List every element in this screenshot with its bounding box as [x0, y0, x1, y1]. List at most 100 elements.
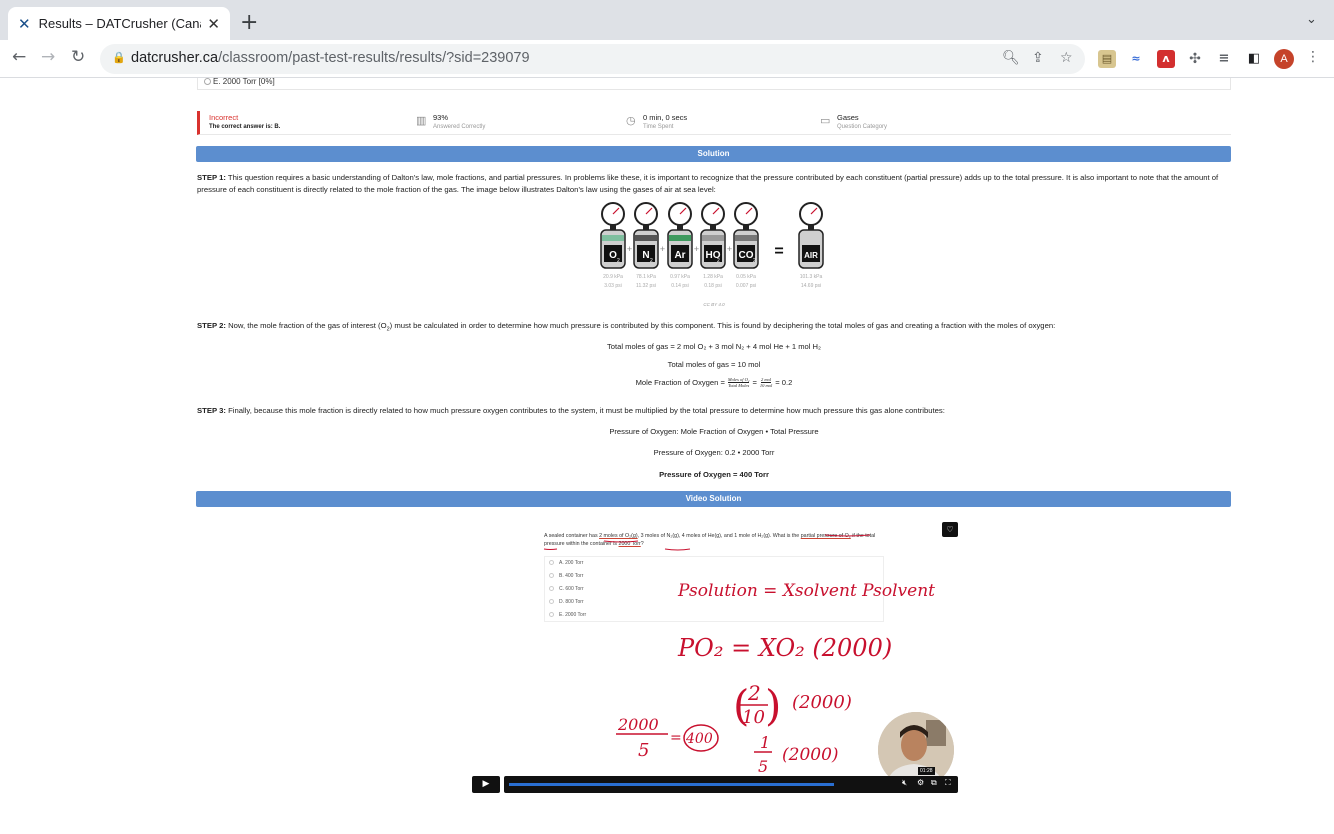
gas-tank-1-subscript: 2	[650, 258, 653, 264]
solution-header: Solution	[196, 146, 1231, 162]
gas-tank-4-psi: 0.007 psi	[736, 283, 756, 289]
gas-tank-0-psi: 3.03 psi	[604, 283, 622, 289]
url-text[interactable]: datcrusher.ca/classroom/past-test-result…	[131, 50, 530, 66]
vq-underline-1: 2 moles of O₂(g)	[599, 533, 638, 539]
radio-icon	[549, 560, 554, 565]
hw-left-den: 5	[638, 740, 649, 761]
gas-tank-4-subscript: 2	[753, 258, 756, 264]
radio-icon	[549, 612, 554, 617]
video-seek-bar[interactable]: 01:28 🔇︎ ⚙ ⧉ ⛶	[504, 767, 958, 793]
daltons-law-figure: O 220.9 kPa3.03 psi+N 278.1 kPa11.32 psi+A…	[600, 202, 824, 307]
eq3-rhs: = 0.2	[775, 378, 793, 387]
hw-underline-3	[664, 548, 691, 551]
answer-option-label: E. 2000 Torr [0%]	[213, 78, 275, 86]
media-queue-icon[interactable]: ≡	[1215, 50, 1233, 68]
fullscreen-icon[interactable]: ⛶	[945, 778, 951, 788]
video-options-list: A. 200 Torr B. 400 Torr C. 600 Torr D. 8…	[544, 556, 884, 622]
vq-underline-3: 2000 Torr	[618, 541, 641, 547]
gas-tank-1-label: N	[642, 250, 649, 261]
bar-chart-icon: ▥	[416, 115, 427, 127]
air-tank-psi: 14.69 psi	[801, 283, 821, 289]
pdf-extension-icon[interactable]: ᴧ	[1157, 50, 1175, 68]
picture-in-picture-icon[interactable]: ⧉	[931, 778, 937, 788]
reload-icon[interactable]: ↻	[71, 47, 85, 67]
side-panel-icon[interactable]: ◧	[1245, 50, 1263, 68]
hw-circle	[683, 724, 719, 752]
step-2-label: STEP 2:	[197, 321, 226, 330]
hw-line2: PO₂ = XO₂ (2000)	[677, 634, 892, 662]
video-progress-fill	[509, 783, 834, 786]
notes-icon[interactable]: ▤	[1098, 50, 1116, 68]
equation-total-moles-result: Total moles of gas = 10 mol	[667, 360, 761, 369]
hw-circled: 400	[685, 731, 713, 747]
gas-tank-2-psi: 0.14 psi	[671, 283, 689, 289]
new-tab-button[interactable]: +	[240, 10, 258, 35]
answer-option-e[interactable]: E. 2000 Torr [0%]	[197, 78, 1231, 90]
vq-part-b: , 3 moles of N₂(g), 4 moles of He(g), an…	[637, 533, 801, 539]
step-3-body: Finally, because this mole fraction is d…	[228, 406, 945, 415]
plus-sign-3: +	[727, 244, 732, 254]
video-option-label: B. 400 Torr	[559, 573, 584, 579]
step-3-text: STEP 3: Finally, because this mole fract…	[197, 405, 1231, 417]
status-text: Incorrect	[209, 113, 239, 122]
back-arrow-icon[interactable]: ←	[12, 47, 26, 67]
result-status: Incorrect The correct answer is: B.	[209, 113, 280, 130]
radio-icon	[549, 599, 554, 604]
puzzle-extensions-icon[interactable]: ✣	[1186, 50, 1204, 68]
step-1-label: STEP 1:	[197, 173, 226, 182]
gas-tank-2-kpa: 0.97 kPa	[670, 274, 690, 280]
vq-underline-2: partial pressure of O₂	[800, 533, 851, 539]
browser-toolbar: ← → ↻ 🔒 datcrusher.ca/classroom/past-tes…	[0, 40, 1334, 78]
gas-tank-3-subscript: 2	[717, 258, 720, 264]
eq3-fraction-1: Moles of O₂ Total Moles	[727, 377, 750, 388]
gas-tank-0-kpa: 20.9 kPa	[603, 274, 623, 280]
step-1-body: This question requires a basic understan…	[197, 173, 1219, 194]
kebab-menu-icon[interactable]: ⋮	[1306, 49, 1320, 65]
share-icon[interactable]: ⇪	[1032, 50, 1044, 66]
wave-extension-icon[interactable]: ≈	[1127, 50, 1145, 68]
tab-title: Results – DATCrusher (Canadia	[38, 16, 202, 31]
datcrusher-favicon-icon: ✕	[18, 14, 31, 33]
figure-credit: CC BY 4.0	[703, 302, 725, 307]
calendar-icon: ▭	[820, 115, 831, 127]
browser-tab-active[interactable]: ✕ Results – DATCrusher (Canadia ✕	[8, 7, 230, 40]
lock-icon[interactable]: 🔒	[112, 51, 126, 64]
step-2-text: STEP 2: Now, the mole fraction of the ga…	[197, 320, 1231, 336]
mute-icon[interactable]: 🔇︎	[902, 778, 907, 788]
profile-avatar[interactable]: A	[1274, 49, 1294, 69]
air-tank-label: AIR	[804, 251, 818, 260]
equals-sign: =	[774, 243, 783, 260]
tab-search-chevron-icon[interactable]: ⌄	[1306, 12, 1317, 27]
browser-tab-bar: ✕ Results – DATCrusher (Canadia ✕ + ⌄	[0, 0, 1334, 40]
equation-total-moles: Total moles of gas = 2 mol O₂ + 3 mol N₂…	[607, 342, 821, 351]
gas-tank-0-band	[602, 235, 624, 241]
bookmark-star-icon[interactable]: ☆	[1060, 50, 1073, 66]
hw-frac1-num: 2	[747, 681, 761, 705]
gas-tank-2-label: Ar	[674, 250, 685, 261]
forward-arrow-icon[interactable]: →	[41, 47, 55, 67]
eq3-fraction-2: 2 mol 10 mol	[760, 377, 772, 388]
gas-tank-1-band	[635, 235, 657, 241]
tab-close-icon[interactable]: ✕	[207, 15, 220, 33]
time-label: Time Spent	[643, 124, 674, 130]
play-button[interactable]: ▶	[472, 776, 500, 793]
hw-line3: (2000)	[792, 692, 852, 713]
hw-paren-right: )	[765, 681, 781, 730]
settings-gear-icon[interactable]: ⚙	[917, 778, 924, 787]
heart-icon[interactable]: ♡	[942, 522, 958, 537]
percent-stat: ▥ 93% Answered Correctly	[416, 113, 486, 130]
video-player[interactable]: A sealed container has 2 moles of O₂(g),…	[470, 520, 960, 800]
gas-tank-1-psi: 11.32 psi	[636, 283, 656, 289]
radio-icon	[549, 573, 554, 578]
radio-icon[interactable]	[204, 78, 211, 85]
gas-tank-3-psi: 0.18 psi	[704, 283, 722, 289]
eq3-lhs: Mole Fraction of Oxygen =	[635, 378, 725, 387]
video-timestamp: 01:28	[918, 767, 935, 775]
category-label: Question Category	[837, 124, 888, 130]
page-content: E. 2000 Torr [0%] Incorrect The correct …	[0, 78, 1334, 834]
correct-answer-text: The correct answer is: B.	[209, 124, 281, 130]
address-bar[interactable]: 🔒 datcrusher.ca/classroom/past-test-resu…	[100, 44, 1085, 74]
zoom-icon[interactable]: 🔍︎	[1002, 50, 1020, 66]
percent-label: Answered Correctly	[433, 124, 486, 130]
percent-value: 93%	[433, 113, 449, 122]
